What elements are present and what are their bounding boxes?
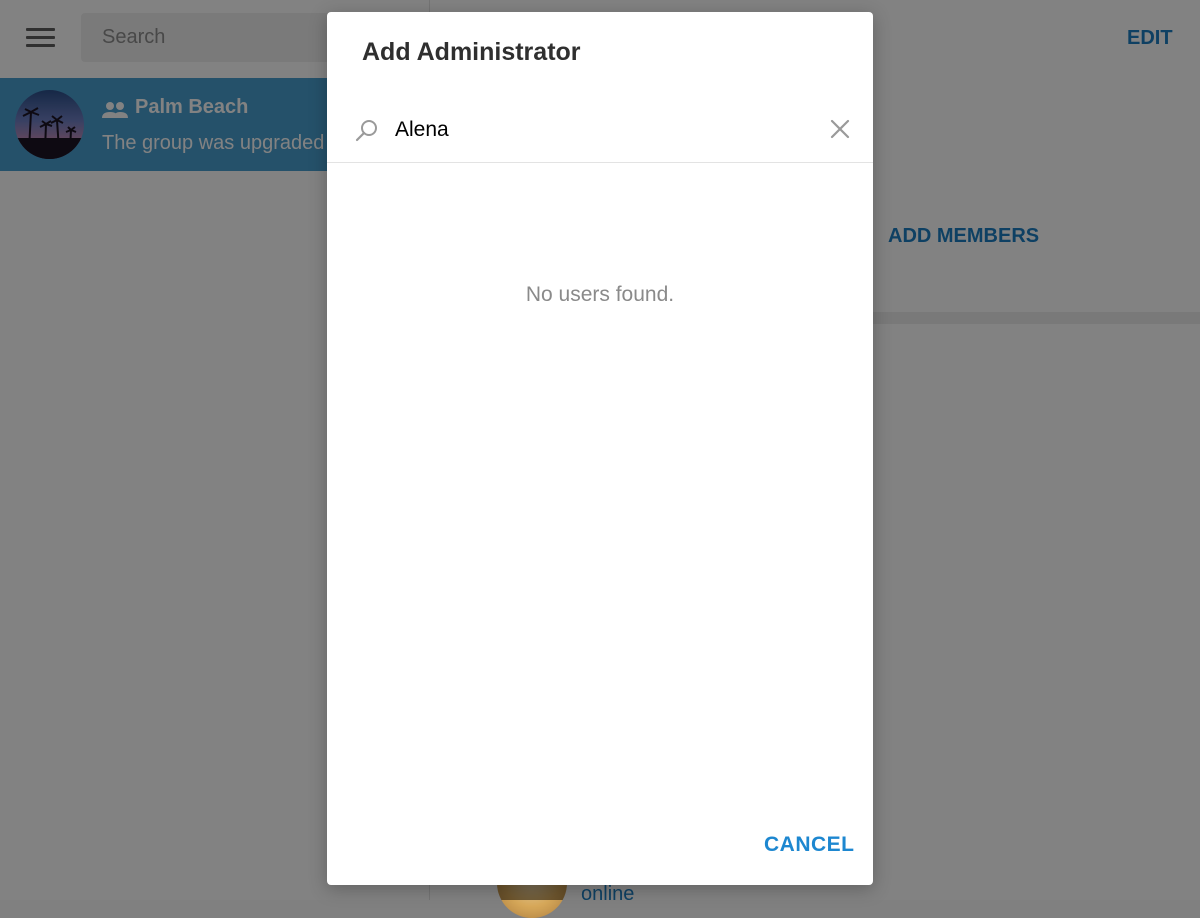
empty-results-message: No users found. <box>525 283 675 306</box>
search-divider <box>327 162 873 163</box>
dialog-title: Add Administrator <box>362 38 581 66</box>
cancel-button[interactable]: CANCEL <box>764 833 855 857</box>
app-window: Search Palm Beach The group was upgraded… <box>0 0 1200 918</box>
close-icon[interactable] <box>829 118 851 140</box>
add-administrator-dialog: Add Administrator No users found. CANCEL <box>327 12 873 885</box>
search-icon <box>355 118 379 142</box>
user-search-input[interactable] <box>395 115 815 145</box>
